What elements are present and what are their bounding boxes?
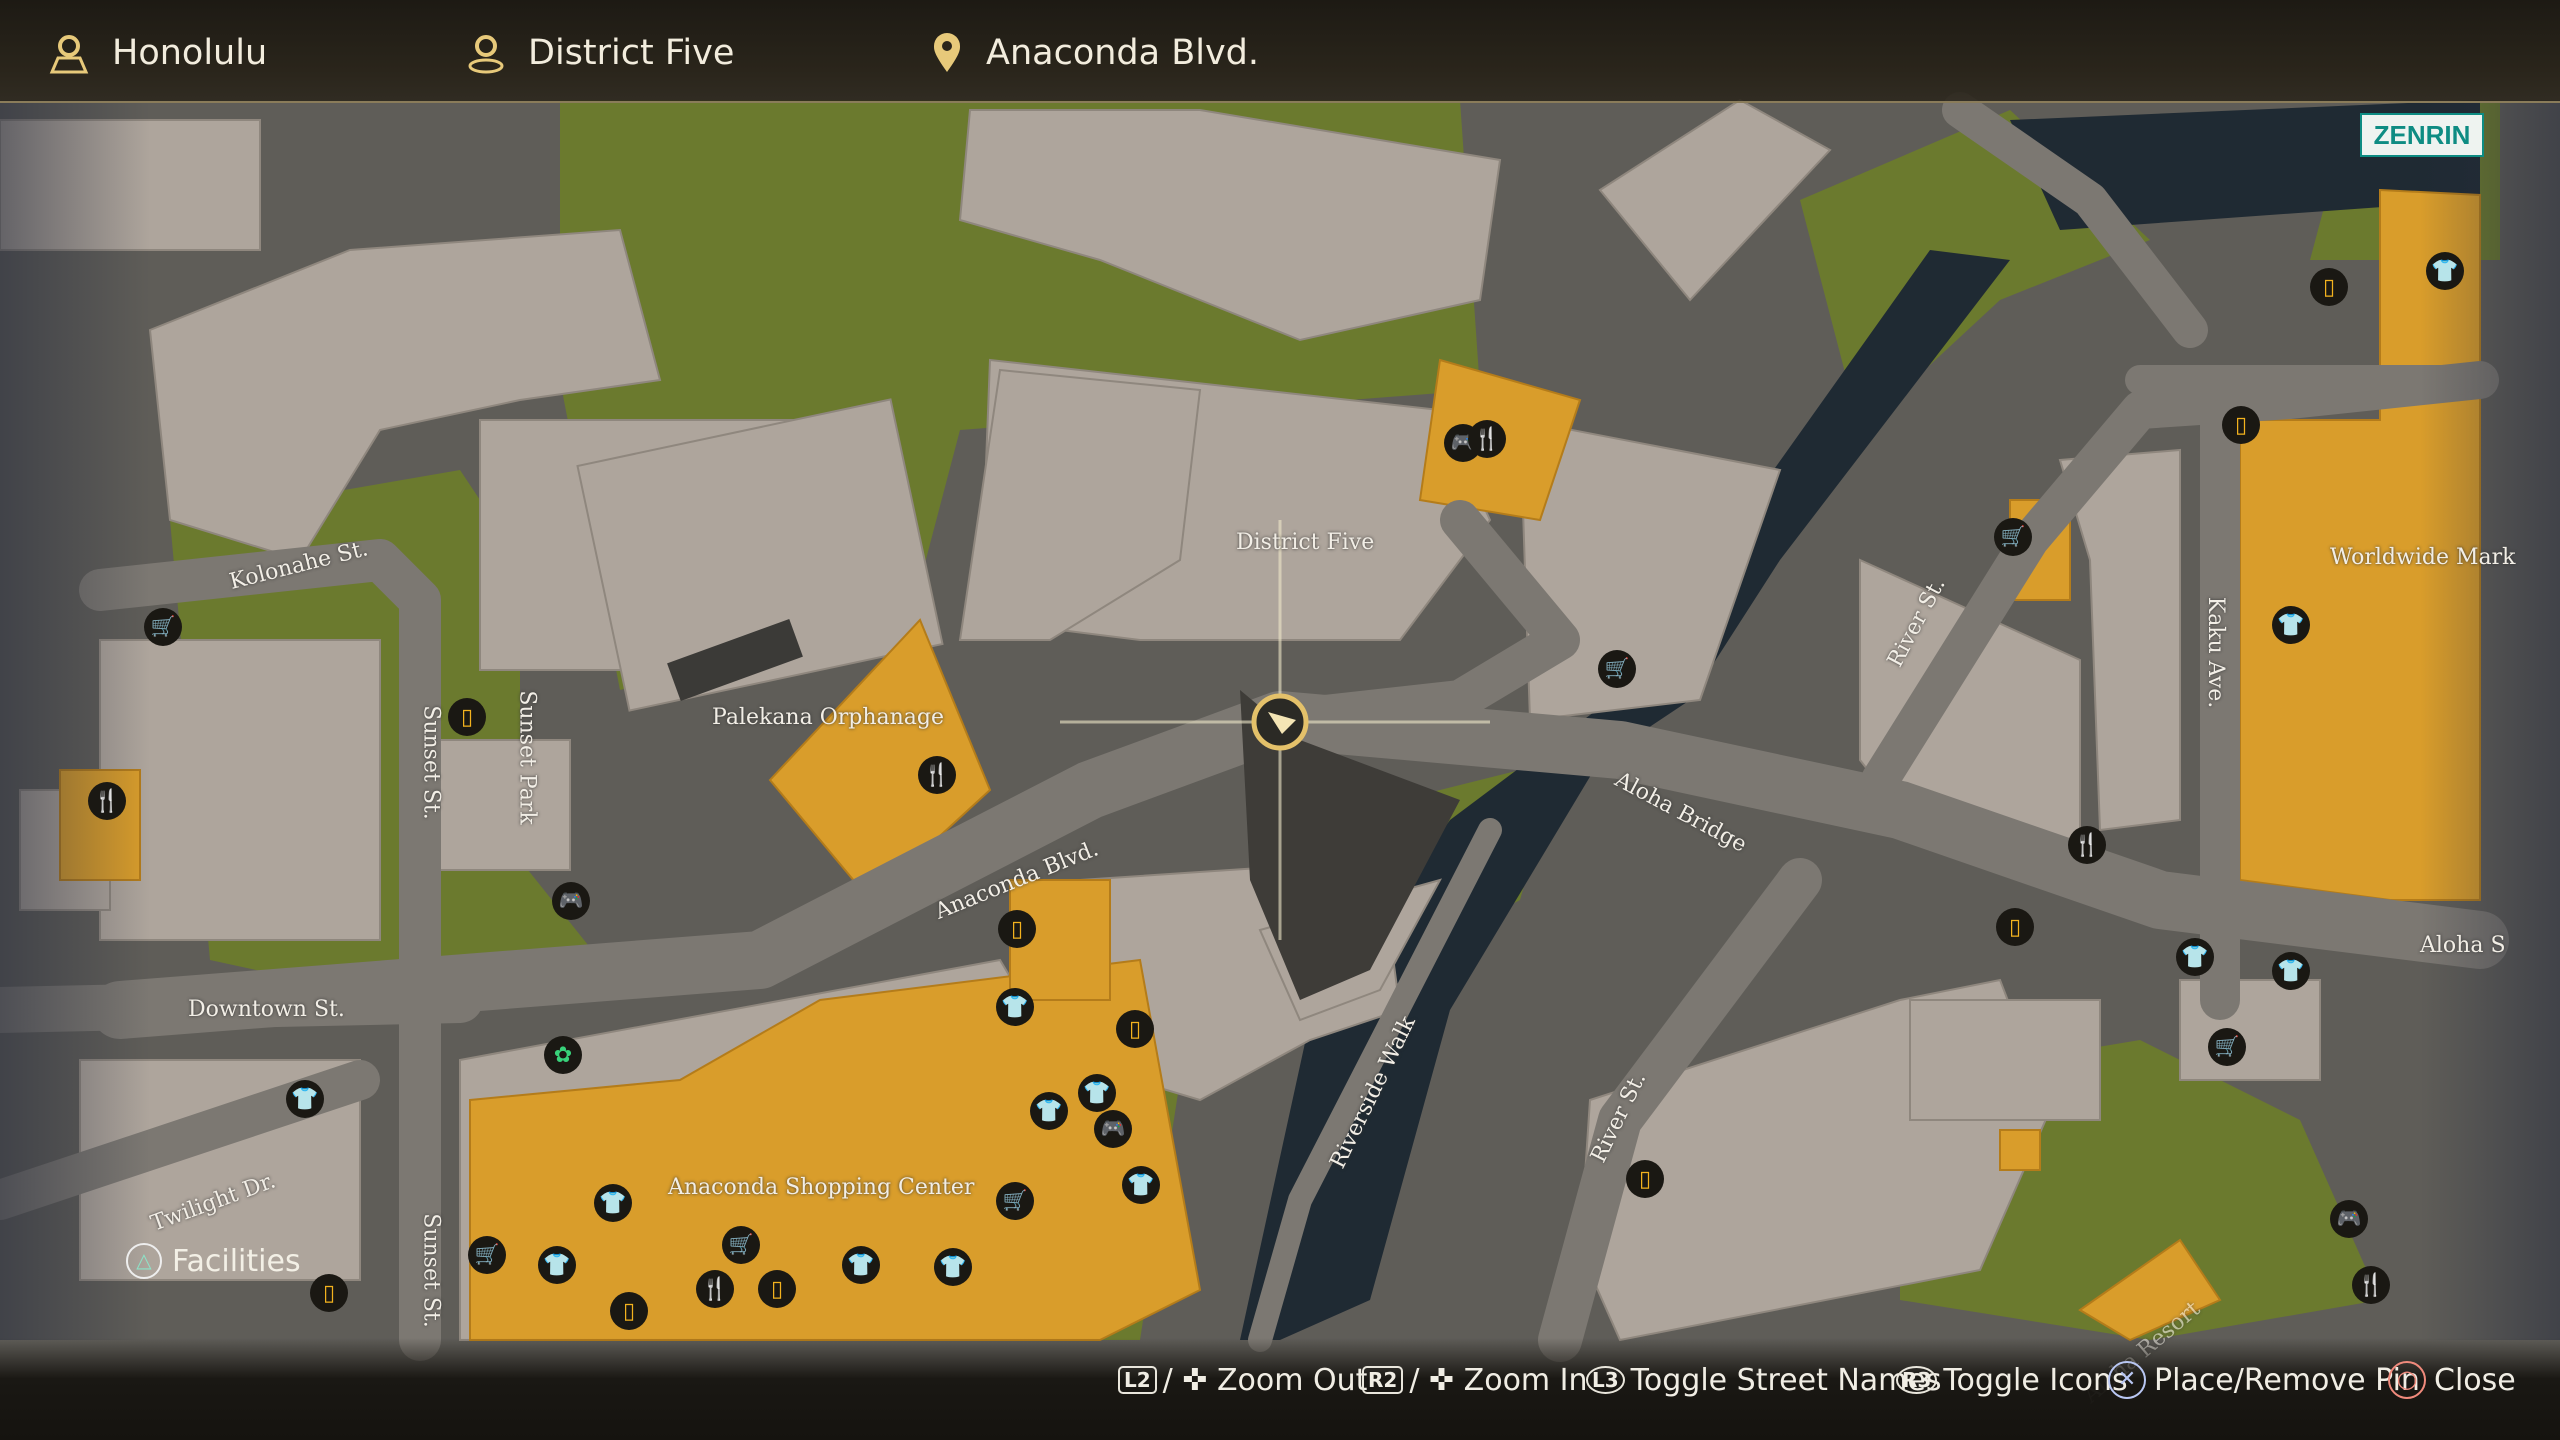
drink-shop-icon[interactable]: ▯ <box>758 1270 796 1308</box>
drink-shop-icon[interactable]: ▯ <box>2310 268 2348 306</box>
shirt-shop-icon[interactable]: 👕 <box>1030 1092 1068 1130</box>
facility-icons: 👕 🛒 ▯ 🍴 🍴 🎮 🎮 🍴 🛒 🛒 ▯ 🍴 ▯ 👕 ▯ 👕 👕 👕 🛒 ▯ … <box>0 0 2560 1440</box>
cart-shop-icon[interactable]: 🛒 <box>2208 1028 2246 1066</box>
street-pin-icon <box>934 33 960 72</box>
cart-shop-icon[interactable]: 🛒 <box>1598 650 1636 688</box>
cart-shop-icon[interactable]: 🛒 <box>1994 518 2032 556</box>
district-pin-icon <box>468 35 504 74</box>
restaurant-icon[interactable]: 🍴 <box>2068 826 2106 864</box>
cart-shop-icon[interactable]: 🛒 <box>996 1182 1034 1220</box>
shirt-shop-icon[interactable]: 👕 <box>286 1080 324 1118</box>
r2-button-icon: R2 <box>1362 1366 1404 1394</box>
restaurant-icon[interactable]: 🍴 <box>696 1270 734 1308</box>
circle-button-icon: ○ <box>2388 1361 2426 1399</box>
restaurant-icon[interactable]: 🍴 <box>88 782 126 820</box>
l3-button-icon: L3 <box>1586 1366 1625 1394</box>
location-header: Honolulu District Five Anaconda Blvd. <box>0 0 2560 103</box>
icons-label: Toggle Icons <box>1943 1362 2128 1398</box>
facilities-toggle[interactable]: △ Facilities <box>126 1243 301 1279</box>
drink-shop-icon[interactable]: ▯ <box>448 698 486 736</box>
drink-shop-icon[interactable]: ▯ <box>310 1274 348 1312</box>
restaurant-icon[interactable]: 🍴 <box>1468 420 1506 458</box>
shirt-shop-icon[interactable]: 👕 <box>934 1248 972 1286</box>
control-zoom-in[interactable]: R2/ ✜ Zoom In <box>1362 1358 1588 1402</box>
street-name: Anaconda Blvd. <box>986 33 1259 73</box>
control-pin[interactable]: ✕ Place/Remove Pin <box>2108 1358 2420 1402</box>
cross-button-icon: ✕ <box>2108 1361 2146 1399</box>
drink-shop-icon[interactable]: ▯ <box>1626 1160 1664 1198</box>
control-icons[interactable]: R3 Toggle Icons <box>1896 1358 2128 1402</box>
hidden-location-icon[interactable]: ✿ <box>544 1036 582 1074</box>
triangle-button-icon: △ <box>126 1243 162 1279</box>
control-street-names[interactable]: L3 Toggle Street Names <box>1586 1358 1942 1402</box>
game-center-icon[interactable]: 🎮 <box>552 882 590 920</box>
pin-label: Place/Remove Pin <box>2154 1362 2420 1398</box>
shirt-shop-icon[interactable]: 👕 <box>1122 1166 1160 1204</box>
zoom-out-label: Zoom Out <box>1217 1362 1368 1398</box>
game-center-icon[interactable]: 🎮 <box>1094 1110 1132 1148</box>
restaurant-icon[interactable]: 🍴 <box>2352 1266 2390 1304</box>
r3-button-icon: R3 <box>1896 1366 1938 1394</box>
restaurant-icon[interactable]: 🍴 <box>918 756 956 794</box>
city-location: Honolulu <box>48 28 267 78</box>
zoom-in-label: Zoom In <box>1463 1362 1588 1398</box>
street-names-label: Toggle Street Names <box>1630 1362 1942 1398</box>
district-location: District Five <box>466 28 734 78</box>
shirt-shop-icon[interactable]: 👕 <box>2272 952 2310 990</box>
close-label: Close <box>2434 1362 2516 1398</box>
street-location: Anaconda Blvd. <box>930 28 1259 78</box>
city-name: Honolulu <box>112 33 268 73</box>
shirt-shop-icon[interactable]: 👕 <box>2426 252 2464 290</box>
district-name: District Five <box>528 33 735 73</box>
cart-shop-icon[interactable]: 🛒 <box>144 608 182 646</box>
shirt-shop-icon[interactable]: 👕 <box>2176 938 2214 976</box>
shirt-shop-icon[interactable]: 👕 <box>2272 606 2310 644</box>
drink-shop-icon[interactable]: ▯ <box>2222 406 2260 444</box>
facilities-label: Facilities <box>172 1243 301 1279</box>
cart-shop-icon[interactable]: 🛒 <box>722 1226 760 1264</box>
control-zoom-out[interactable]: L2/ ✜ Zoom Out <box>1118 1358 1367 1402</box>
control-close[interactable]: ○ Close <box>2388 1358 2516 1402</box>
drink-shop-icon[interactable]: ▯ <box>610 1292 648 1330</box>
l2-button-icon: L2 <box>1118 1366 1157 1394</box>
drink-shop-icon[interactable]: ▯ <box>998 910 1036 948</box>
drink-shop-icon[interactable]: ▯ <box>1996 908 2034 946</box>
zenrin-badge: ZENRIN <box>2360 113 2484 157</box>
shirt-shop-icon[interactable]: 👕 <box>842 1246 880 1284</box>
shirt-shop-icon[interactable]: 👕 <box>594 1184 632 1222</box>
game-center-icon[interactable]: 🎮 <box>2330 1200 2368 1238</box>
drink-shop-icon[interactable]: ▯ <box>1116 1010 1154 1048</box>
shirt-shop-icon[interactable]: 👕 <box>1078 1074 1116 1112</box>
cart-shop-icon[interactable]: 🛒 <box>468 1236 506 1274</box>
shirt-shop-icon[interactable]: 👕 <box>538 1246 576 1284</box>
city-pin-icon <box>49 35 89 74</box>
shirt-shop-icon[interactable]: 👕 <box>996 988 1034 1026</box>
